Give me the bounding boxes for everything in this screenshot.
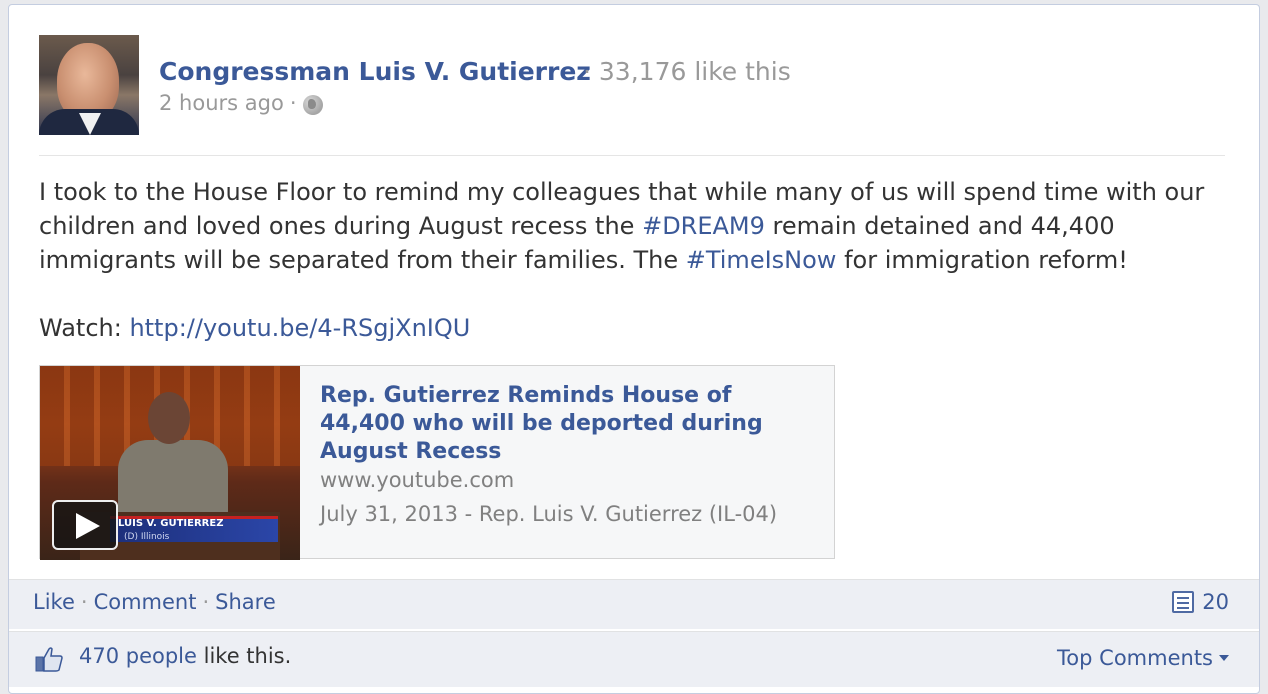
attachment-description: July 31, 2013 - Rep. Luis V. Gutierrez (… xyxy=(320,502,778,526)
like-button[interactable]: Like xyxy=(33,590,75,614)
chevron-down-icon xyxy=(1219,655,1229,661)
header-divider xyxy=(39,155,1225,156)
link-attachment[interactable]: LUIS V. GUTIERREZ (D) Illinois Rep. Guti… xyxy=(39,365,835,560)
post-actions-bar: Like · Comment · Share 20 xyxy=(9,579,1259,629)
thumbnail-speaker-head xyxy=(148,392,190,444)
likes-summary: 470 people like this. xyxy=(79,644,291,668)
comment-count: 20 xyxy=(1202,590,1229,614)
attachment-title[interactable]: Rep. Gutierrez Reminds House of 44,400 w… xyxy=(320,382,820,466)
comment-button[interactable]: Comment xyxy=(94,590,197,614)
top-comments-label: Top Comments xyxy=(1057,646,1213,670)
watch-label: Watch: xyxy=(39,314,130,342)
post-message: I took to the House Floor to remind my c… xyxy=(39,175,1239,277)
likes-separator: · xyxy=(583,57,591,86)
likes-bar: 470 people like this. Top Comments xyxy=(9,631,1259,687)
attachment-domain: www.youtube.com xyxy=(320,468,515,492)
page-name-link[interactable]: Congressman Luis V. Gutierrez xyxy=(159,57,591,86)
meta-separator: · xyxy=(289,91,297,115)
share-button[interactable]: Share xyxy=(215,590,276,614)
post-actions: Like · Comment · Share xyxy=(33,590,276,614)
page-likes-text: 33,176 like this xyxy=(598,57,791,86)
video-thumbnail[interactable]: LUIS V. GUTIERREZ (D) Illinois xyxy=(40,366,300,560)
likers-link[interactable]: 470 people xyxy=(79,644,197,668)
video-link[interactable]: http://youtu.be/4-RSgjXnIQU xyxy=(129,314,470,342)
post-timestamp[interactable]: 2 hours ago xyxy=(159,91,284,115)
post-meta: 2 hours ago · xyxy=(159,91,323,115)
hashtag-timeisnow[interactable]: #TimeIsNow xyxy=(686,246,837,274)
comment-icon xyxy=(1172,591,1195,613)
thumbnail-caption: LUIS V. GUTIERREZ xyxy=(118,518,224,529)
thumbnail-subcaption: (D) Illinois xyxy=(124,532,170,542)
play-icon[interactable] xyxy=(52,500,118,550)
top-comments-dropdown[interactable]: Top Comments xyxy=(1057,646,1229,670)
action-separator: · xyxy=(80,590,88,614)
profile-picture[interactable] xyxy=(39,35,139,135)
globe-icon[interactable] xyxy=(302,95,323,115)
thumbs-up-icon xyxy=(35,647,63,672)
post-card: Congressman Luis V. Gutierrez · 33,176 l… xyxy=(8,4,1260,694)
comment-count-button[interactable]: 20 xyxy=(1172,590,1229,614)
hashtag-dream9[interactable]: #DREAM9 xyxy=(642,212,765,240)
likes-suffix: like this. xyxy=(196,644,292,668)
watch-line: Watch: http://youtu.be/4-RSgjXnIQU xyxy=(39,311,470,345)
message-text-3: for immigration reform! xyxy=(836,246,1128,274)
action-separator: · xyxy=(202,590,210,614)
page-likes-count: · 33,176 like this xyxy=(583,57,791,86)
